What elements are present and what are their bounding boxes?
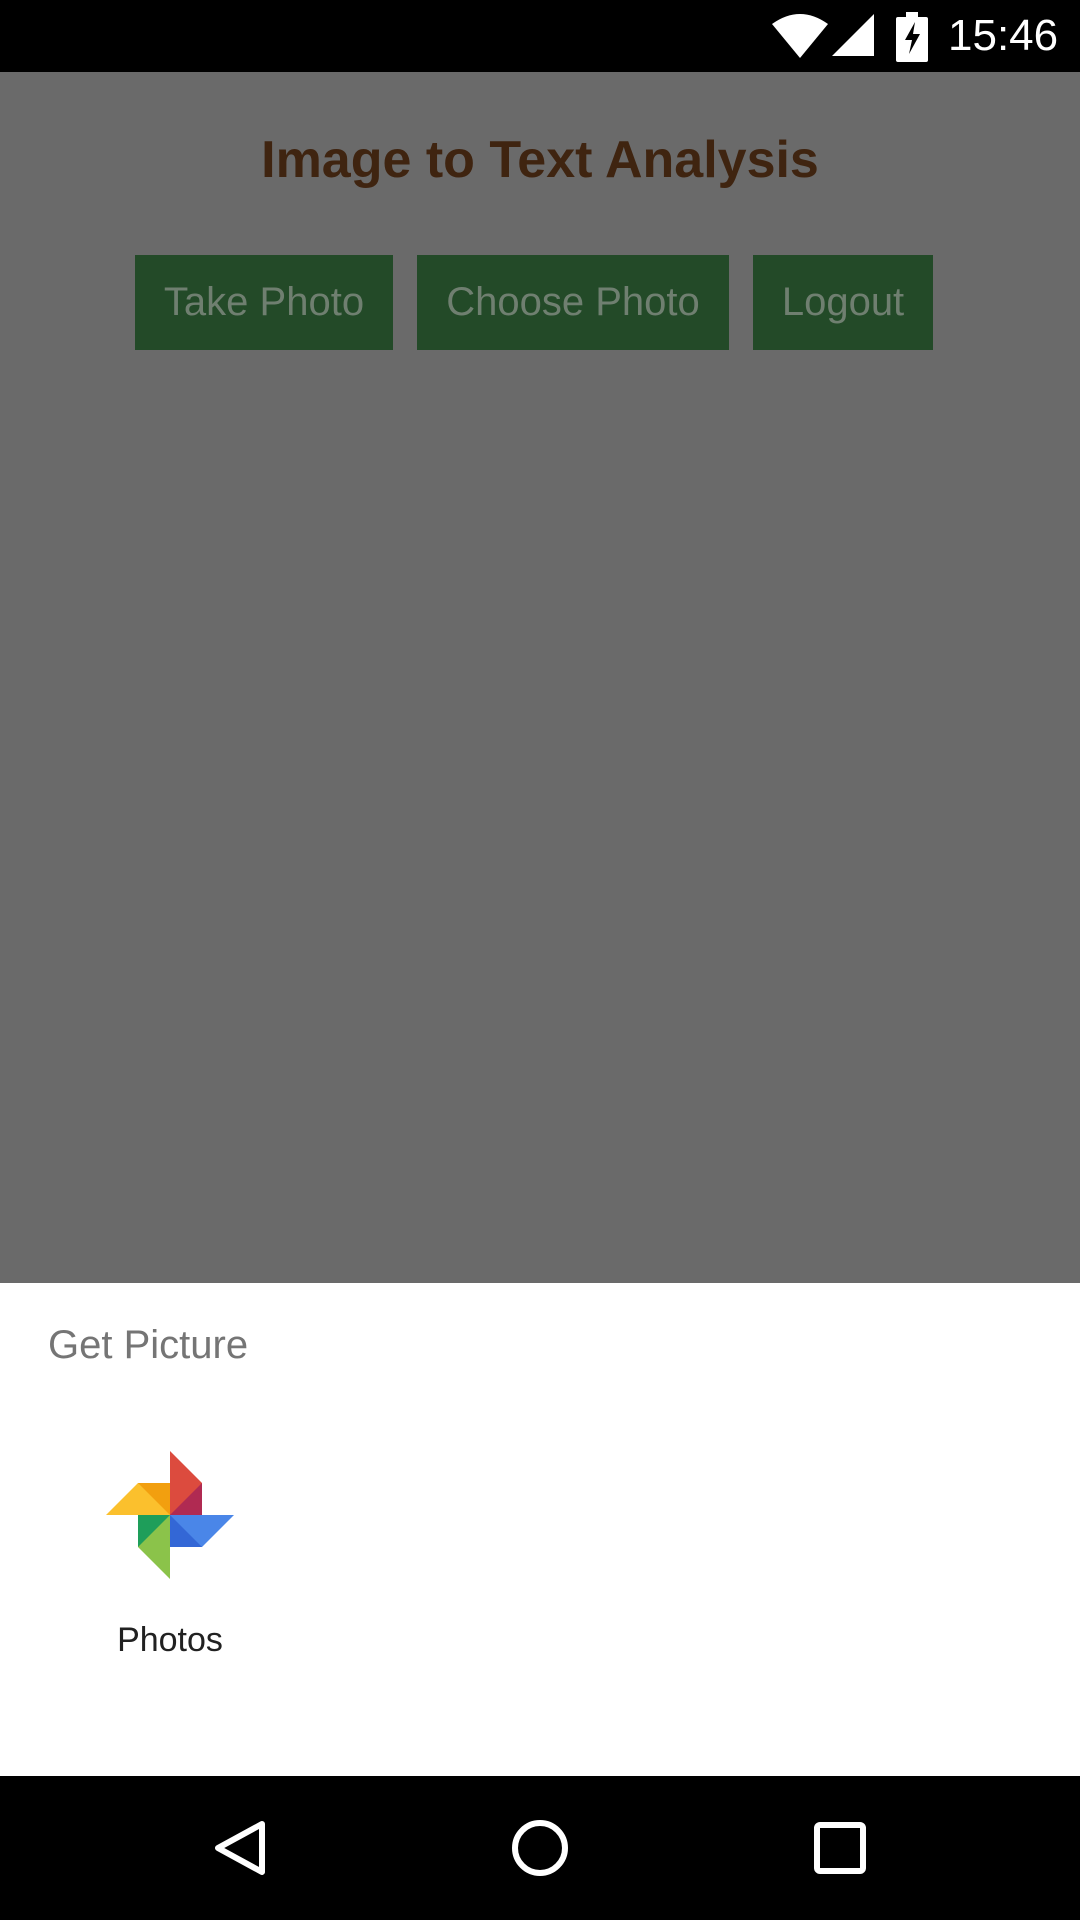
status-bar: 15:46 — [0, 0, 1080, 72]
choose-photo-button[interactable]: Choose Photo — [417, 255, 729, 350]
app-content: Image to Text Analysis Take Photo Choose… — [0, 72, 1080, 1283]
recents-icon[interactable] — [810, 1818, 870, 1878]
page-title: Image to Text Analysis — [261, 131, 819, 189]
wifi-icon — [772, 14, 828, 58]
navigation-bar — [0, 1776, 1080, 1920]
battery-charging-icon — [896, 12, 928, 62]
logout-button[interactable]: Logout — [753, 255, 933, 350]
signal-icon — [832, 14, 874, 56]
home-icon[interactable] — [510, 1818, 570, 1878]
take-photo-button[interactable]: Take Photo — [135, 255, 393, 350]
clock: 15:46 — [948, 11, 1059, 60]
back-icon[interactable] — [210, 1818, 270, 1878]
photos-option[interactable]: Photos — [70, 1451, 270, 1691]
google-photos-icon — [106, 1451, 234, 1579]
chooser-sheet: Get Picture Photos — [0, 1283, 1080, 1776]
chooser-title: Get Picture — [48, 1323, 249, 1367]
option-label: Photos — [117, 1621, 223, 1659]
